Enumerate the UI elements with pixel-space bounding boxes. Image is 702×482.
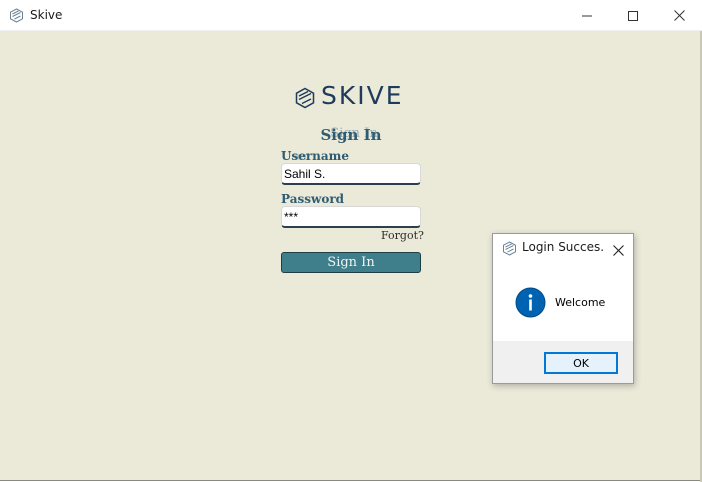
app-logo: SKIVE	[294, 81, 424, 114]
logo-text: SKIVE	[321, 81, 404, 110]
skive-logo-icon	[9, 8, 24, 23]
maximize-icon	[628, 6, 638, 25]
minimize-icon	[582, 6, 592, 25]
maximize-button[interactable]	[610, 0, 656, 31]
username-label: Username	[281, 149, 350, 163]
window-title: Skive	[30, 8, 63, 22]
password-label: Password	[281, 192, 345, 206]
close-icon	[612, 241, 624, 260]
close-icon	[673, 6, 685, 25]
close-button[interactable]	[656, 0, 702, 31]
skive-logo-icon	[294, 87, 316, 109]
password-field[interactable]	[281, 206, 421, 228]
dialog-footer: OK	[493, 341, 633, 383]
ok-button[interactable]: OK	[544, 352, 618, 374]
username-field[interactable]	[281, 163, 421, 185]
dialog-close-button[interactable]	[607, 239, 629, 261]
dialog-title: Login Succes...	[522, 240, 604, 254]
sign-in-button[interactable]: Sign In	[281, 252, 421, 273]
page-title: Sign In	[320, 126, 382, 144]
skive-logo-icon	[502, 241, 517, 256]
title-bar: Skive	[0, 0, 702, 31]
minimize-button[interactable]	[564, 0, 610, 31]
info-icon	[515, 287, 546, 318]
forgot-password-link[interactable]: Forgot?	[381, 229, 424, 242]
dialog-message: Welcome	[555, 296, 606, 309]
login-success-dialog: Login Succes... Welcome OK	[492, 233, 634, 384]
